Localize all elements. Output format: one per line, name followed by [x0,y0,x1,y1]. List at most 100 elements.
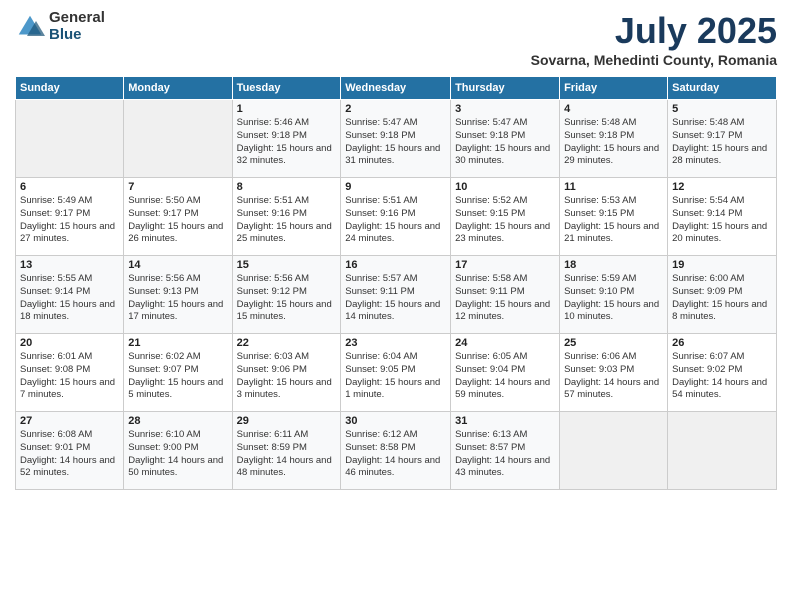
day-number: 25 [564,337,663,349]
cell-1-2 [124,100,232,178]
col-sunday: Sunday [16,77,124,100]
main-title: July 2025 [531,10,777,52]
cell-2-4: 9 Sunrise: 5:51 AMSunset: 9:16 PMDaylight… [341,178,451,256]
day-number: 22 [237,337,337,349]
day-info: Sunrise: 5:52 AMSunset: 9:15 PMDaylight:… [455,195,550,244]
week-row-4: 20Sunrise: 6:01 AMSunset: 9:08 PMDayligh… [16,334,777,412]
cell-5-5: 31 Sunrise: 6:13 AMSunset: 8:57 PMDayligh… [451,412,560,490]
week-row-1: 1 Sunrise: 5:46 AMSunset: 9:18 PMDaylight… [16,100,777,178]
day-number: 17 [455,259,555,271]
day-number: 1 [237,103,337,115]
day-info: Sunrise: 6:02 AMSunset: 9:07 PMDaylight:… [128,351,223,400]
day-number: 16 [345,259,446,271]
cell-5-6 [560,412,668,490]
week-row-3: 13 Sunrise: 5:55 AMSunset: 9:14 PMDayligh… [16,256,777,334]
day-info: Sunrise: 5:59 AMSunset: 9:10 PMDaylight:… [564,273,659,322]
day-info: Sunrise: 5:51 AMSunset: 9:16 PMDaylight:… [345,195,440,244]
cell-5-3: 29Sunrise: 6:11 AMSunset: 8:59 PMDayligh… [232,412,341,490]
day-info: Sunrise: 6:01 AMSunset: 9:08 PMDaylight:… [20,351,115,400]
day-info: Sunrise: 5:56 AMSunset: 9:13 PMDaylight:… [128,273,223,322]
col-monday: Monday [124,77,232,100]
day-number: 9 [345,181,446,193]
day-info: Sunrise: 5:55 AMSunset: 9:14 PMDaylight:… [20,273,115,322]
day-info: Sunrise: 5:58 AMSunset: 9:11 PMDaylight:… [455,273,550,322]
cell-1-6: 4Sunrise: 5:48 AMSunset: 9:18 PMDaylight… [560,100,668,178]
cell-4-4: 23Sunrise: 6:04 AMSunset: 9:05 PMDayligh… [341,334,451,412]
week-row-5: 27Sunrise: 6:08 AMSunset: 9:01 PMDayligh… [16,412,777,490]
day-number: 12 [672,181,772,193]
day-info: Sunrise: 6:08 AMSunset: 9:01 PMDaylight:… [20,429,115,478]
day-info: Sunrise: 6:12 AMSunset: 8:58 PMDaylight:… [345,429,440,478]
header-row: Sunday Monday Tuesday Wednesday Thursday… [16,77,777,100]
day-number: 4 [564,103,663,115]
day-info: Sunrise: 6:11 AMSunset: 8:59 PMDaylight:… [237,429,332,478]
cell-3-7: 19 Sunrise: 6:00 AMSunset: 9:09 PMDayligh… [668,256,777,334]
day-number: 21 [128,337,227,349]
day-info: Sunrise: 6:10 AMSunset: 9:00 PMDaylight:… [128,429,223,478]
page: General Blue July 2025 Sovarna, Mehedint… [0,0,792,612]
day-info: Sunrise: 5:57 AMSunset: 9:11 PMDaylight:… [345,273,440,322]
day-number: 13 [20,259,119,271]
cell-5-7 [668,412,777,490]
day-number: 31 [455,415,555,427]
day-info: Sunrise: 6:13 AMSunset: 8:57 PMDaylight:… [455,429,550,478]
cell-3-1: 13 Sunrise: 5:55 AMSunset: 9:14 PMDayligh… [16,256,124,334]
day-number: 26 [672,337,772,349]
col-thursday: Thursday [451,77,560,100]
col-tuesday: Tuesday [232,77,341,100]
cell-2-6: 11Sunrise: 5:53 AMSunset: 9:15 PMDayligh… [560,178,668,256]
cell-4-3: 22 Sunrise: 6:03 AMSunset: 9:06 PMDayligh… [232,334,341,412]
day-info: Sunrise: 5:46 AMSunset: 9:18 PMDaylight:… [237,117,332,166]
logo-general-text: General [49,10,105,27]
cell-1-4: 2 Sunrise: 5:47 AMSunset: 9:18 PMDaylight… [341,100,451,178]
cell-4-2: 21 Sunrise: 6:02 AMSunset: 9:07 PMDayligh… [124,334,232,412]
day-number: 3 [455,103,555,115]
cell-2-1: 6Sunrise: 5:49 AMSunset: 9:17 PMDaylight… [16,178,124,256]
col-wednesday: Wednesday [341,77,451,100]
cell-1-1 [16,100,124,178]
day-number: 28 [128,415,227,427]
day-number: 2 [345,103,446,115]
day-number: 6 [20,181,119,193]
day-number: 18 [564,259,663,271]
day-info: Sunrise: 6:04 AMSunset: 9:05 PMDaylight:… [345,351,440,400]
day-info: Sunrise: 6:07 AMSunset: 9:02 PMDaylight:… [672,351,767,400]
cell-5-2: 28 Sunrise: 6:10 AMSunset: 9:00 PMDayligh… [124,412,232,490]
day-info: Sunrise: 5:56 AMSunset: 9:12 PMDaylight:… [237,273,332,322]
logo: General Blue [15,10,105,43]
subtitle: Sovarna, Mehedinti County, Romania [531,52,777,68]
day-info: Sunrise: 6:03 AMSunset: 9:06 PMDaylight:… [237,351,332,400]
logo-text: General Blue [49,10,105,43]
cell-3-6: 18 Sunrise: 5:59 AMSunset: 9:10 PMDayligh… [560,256,668,334]
day-info: Sunrise: 5:47 AMSunset: 9:18 PMDaylight:… [455,117,550,166]
day-info: Sunrise: 6:05 AMSunset: 9:04 PMDaylight:… [455,351,550,400]
logo-icon [15,12,45,42]
col-saturday: Saturday [668,77,777,100]
cell-5-1: 27Sunrise: 6:08 AMSunset: 9:01 PMDayligh… [16,412,124,490]
cell-3-2: 14Sunrise: 5:56 AMSunset: 9:13 PMDayligh… [124,256,232,334]
day-info: Sunrise: 5:48 AMSunset: 9:17 PMDaylight:… [672,117,767,166]
day-number: 7 [128,181,227,193]
cell-2-3: 8Sunrise: 5:51 AMSunset: 9:16 PMDaylight… [232,178,341,256]
cell-3-3: 15 Sunrise: 5:56 AMSunset: 9:12 PMDayligh… [232,256,341,334]
day-number: 11 [564,181,663,193]
day-info: Sunrise: 5:47 AMSunset: 9:18 PMDaylight:… [345,117,440,166]
day-info: Sunrise: 5:51 AMSunset: 9:16 PMDaylight:… [237,195,332,244]
day-number: 19 [672,259,772,271]
cell-5-4: 30Sunrise: 6:12 AMSunset: 8:58 PMDayligh… [341,412,451,490]
day-number: 10 [455,181,555,193]
cell-4-7: 26 Sunrise: 6:07 AMSunset: 9:02 PMDayligh… [668,334,777,412]
cell-4-5: 24 Sunrise: 6:05 AMSunset: 9:04 PMDayligh… [451,334,560,412]
cell-2-2: 7Sunrise: 5:50 AMSunset: 9:17 PMDaylight… [124,178,232,256]
cell-3-4: 16 Sunrise: 5:57 AMSunset: 9:11 PMDayligh… [341,256,451,334]
cell-2-7: 12 Sunrise: 5:54 AMSunset: 9:14 PMDayligh… [668,178,777,256]
day-number: 15 [237,259,337,271]
day-info: Sunrise: 5:54 AMSunset: 9:14 PMDaylight:… [672,195,767,244]
day-number: 24 [455,337,555,349]
day-info: Sunrise: 6:00 AMSunset: 9:09 PMDaylight:… [672,273,767,322]
day-info: Sunrise: 6:06 AMSunset: 9:03 PMDaylight:… [564,351,659,400]
header: General Blue July 2025 Sovarna, Mehedint… [15,10,777,68]
cell-4-6: 25 Sunrise: 6:06 AMSunset: 9:03 PMDayligh… [560,334,668,412]
logo-blue-text: Blue [49,27,105,44]
cell-1-5: 3 Sunrise: 5:47 AMSunset: 9:18 PMDaylight… [451,100,560,178]
